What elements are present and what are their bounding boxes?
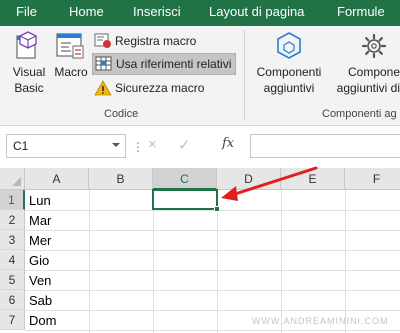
vba-cube-icon xyxy=(16,31,37,59)
group-separator xyxy=(244,30,245,120)
selected-cell-c1[interactable] xyxy=(152,189,218,210)
sicurezza-macro-label: Sicurezza macro xyxy=(115,81,205,95)
visual-basic-button[interactable]: Visual Basic xyxy=(8,30,50,96)
gridline xyxy=(345,190,346,333)
column-header-d[interactable]: D xyxy=(217,168,281,190)
name-box[interactable]: C1 xyxy=(6,134,126,158)
column-header-a[interactable]: A xyxy=(25,168,89,190)
warning-triangle-icon xyxy=(94,80,112,96)
tab-formule[interactable]: Formule xyxy=(337,4,385,19)
insert-function-icon[interactable]: fx xyxy=(222,136,234,151)
fill-handle[interactable] xyxy=(214,206,220,212)
gear-addin-icon xyxy=(361,33,387,59)
ribbon-developer: Visual Basic Macro Registra macro Usa ri… xyxy=(0,26,400,126)
cell-a3[interactable]: Mer xyxy=(29,233,51,248)
cell-a7[interactable]: Dom xyxy=(29,313,56,328)
row-header-5[interactable]: 5 xyxy=(0,270,25,290)
gridline xyxy=(25,230,400,231)
enter-icon[interactable]: ✓ xyxy=(178,136,191,154)
componenti-aggiuntivi-label-line1: Componenti xyxy=(256,65,322,79)
cell-a2[interactable]: Mar xyxy=(29,213,51,228)
column-header-c[interactable]: C xyxy=(153,168,217,190)
select-all-corner[interactable] xyxy=(0,168,25,190)
gridline xyxy=(25,270,400,271)
column-header-e[interactable]: E xyxy=(281,168,345,190)
componenti-aggiuntivi-excel-button[interactable]: Compone aggiuntivi di E xyxy=(336,30,400,96)
ribbon-tab-bar: File Home Inserisci Layout di pagina For… xyxy=(0,0,400,26)
componenti-excel-label-line2: aggiuntivi di E xyxy=(336,81,400,95)
row-header-2[interactable]: 2 xyxy=(0,210,25,230)
gridline xyxy=(25,210,400,211)
tab-inserisci[interactable]: Inserisci xyxy=(133,4,181,19)
gridline xyxy=(153,190,154,333)
group-label-componenti: Componenti ag xyxy=(322,108,397,120)
record-macro-icon xyxy=(94,33,111,48)
registra-macro-label: Registra macro xyxy=(115,34,197,48)
watermark: WWW.ANDREAMININI.COM xyxy=(252,316,389,326)
name-box-dropdown-icon[interactable] xyxy=(112,143,120,147)
cell-a4[interactable]: Gio xyxy=(29,253,49,268)
cell-a5[interactable]: Ven xyxy=(29,273,51,288)
macro-window-icon xyxy=(56,33,84,59)
select-all-triangle-icon xyxy=(12,177,21,186)
macro-button[interactable]: Macro xyxy=(52,30,90,80)
row-header-4[interactable]: 4 xyxy=(0,250,25,270)
gridline xyxy=(281,190,282,333)
componenti-excel-label-line1: Compone xyxy=(347,65,400,79)
componenti-aggiuntivi-button[interactable]: Componenti aggiuntivi xyxy=(252,30,326,96)
row-header-3[interactable]: 3 xyxy=(0,230,25,250)
gridline xyxy=(25,310,400,311)
formula-bar: C1 ⋮ × ✓ fx xyxy=(0,126,400,166)
hexagon-addin-icon xyxy=(277,32,301,59)
registra-macro-button[interactable]: Registra macro xyxy=(92,30,236,52)
group-label-codice: Codice xyxy=(104,108,139,120)
visual-basic-label-line2: Basic xyxy=(14,81,44,95)
usa-riferimenti-relativi-button[interactable]: Usa riferimenti relativi xyxy=(92,53,236,75)
formula-bar-grip-icon[interactable]: ⋮ xyxy=(132,140,144,154)
column-header-f[interactable]: F xyxy=(345,168,400,190)
tab-layout-di-pagina[interactable]: Layout di pagina xyxy=(209,4,304,19)
cell-a1[interactable]: Lun xyxy=(29,193,51,208)
tab-home[interactable]: Home xyxy=(69,4,104,19)
visual-basic-label-line1: Visual xyxy=(12,65,46,79)
cell-a6[interactable]: Sab xyxy=(29,293,52,308)
column-header-b[interactable]: B xyxy=(89,168,153,190)
row-header-7[interactable]: 7 xyxy=(0,310,25,330)
macro-label: Macro xyxy=(54,65,88,79)
gridline xyxy=(25,330,400,331)
worksheet-grid: A B C D E F 1 2 3 4 5 6 7 Lun Mar Mer Gi… xyxy=(0,168,400,333)
name-box-value: C1 xyxy=(13,139,29,153)
componenti-aggiuntivi-label-line2: aggiuntivi xyxy=(263,81,315,95)
row-header-6[interactable]: 6 xyxy=(0,290,25,310)
relative-reference-grid-icon xyxy=(95,56,112,71)
gridline xyxy=(89,190,90,333)
cancel-icon[interactable]: × xyxy=(148,136,157,153)
row-header-1[interactable]: 1 xyxy=(0,190,25,210)
gridline xyxy=(25,290,400,291)
formula-input[interactable] xyxy=(250,134,400,158)
usa-riferimenti-relativi-label: Usa riferimenti relativi xyxy=(116,57,232,71)
sicurezza-macro-button[interactable]: Sicurezza macro xyxy=(92,77,236,99)
gridline xyxy=(25,250,400,251)
tab-file[interactable]: File xyxy=(16,4,37,19)
